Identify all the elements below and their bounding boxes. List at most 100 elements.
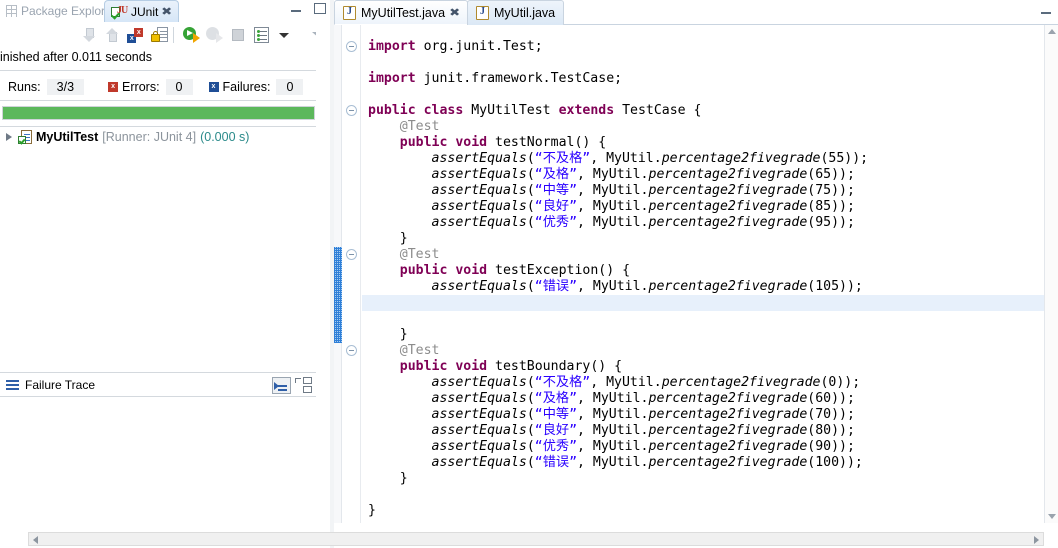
code-token: ( [526, 199, 535, 214]
code-token: assertEquals [431, 391, 527, 406]
code-token: (85)); [807, 199, 855, 214]
code-token: assertEquals [431, 375, 527, 390]
compare-icon[interactable] [295, 377, 312, 393]
progress-fill [3, 107, 314, 119]
failure-badge-icon: x [208, 82, 219, 92]
code-token: percentage2fivegrade [648, 215, 808, 230]
failure-trace-header: Failure Trace [0, 374, 330, 396]
code-token: assertEquals [431, 455, 527, 470]
code-token: “不及格” [534, 375, 591, 390]
failures-value: 0 [276, 79, 304, 95]
scroll-lock-button[interactable] [148, 24, 169, 46]
code-token: (70)); [807, 407, 855, 422]
code-token: (80)); [807, 423, 855, 438]
editor-change-gutter [334, 25, 342, 523]
code-token: @Test [399, 119, 440, 134]
runs-value: 3/3 [46, 79, 85, 95]
code-line: } [368, 503, 868, 519]
errors-value: 0 [165, 79, 193, 95]
rerun-failed-tests-button[interactable] [203, 24, 224, 46]
view-tab-junit[interactable]: JU JUnit ✖ [104, 0, 179, 22]
stack-trace-icon[interactable] [272, 377, 291, 394]
stop-button[interactable] [227, 24, 248, 46]
code-token: } [368, 503, 376, 518]
editor-vertical-scrollbar[interactable] [1044, 25, 1058, 523]
editor-folding-column[interactable] [343, 25, 361, 523]
code-line: @Test [368, 343, 868, 359]
code-token: (95)); [807, 215, 855, 230]
code-token: testException() { [487, 263, 631, 278]
fold-collapse-icon[interactable] [346, 105, 357, 116]
divider [0, 126, 316, 127]
test-run-history-button[interactable] [250, 24, 271, 46]
code-token: assertEquals [431, 183, 527, 198]
junit-counters: Runs: 3/3 x Errors: 0 x Failures: 0 [8, 78, 318, 96]
code-token: TestCase { [614, 103, 702, 118]
minimize-icon[interactable] [1040, 6, 1052, 16]
code-token: percentage2fivegrade [648, 439, 808, 454]
code-token: ( [526, 167, 535, 182]
previous-failure-up-button[interactable] [101, 24, 122, 46]
code-token: , MyUtil. [577, 423, 649, 438]
expand-arrow-icon[interactable] [6, 133, 12, 141]
code-token: “良好” [534, 199, 578, 214]
code-token: , MyUtil. [577, 199, 649, 214]
code-line: assertEquals(“良好”, MyUtil.percentage2fiv… [368, 199, 868, 215]
failures-label: Failures: [222, 80, 271, 94]
fold-collapse-icon[interactable] [346, 345, 357, 356]
code-token: (75)); [807, 183, 855, 198]
runs-label: Runs: [8, 80, 41, 94]
code-line: import org.junit.Test; [368, 39, 868, 55]
junit-tree-scrollbar[interactable] [316, 22, 330, 372]
test-tree-row[interactable]: MyUtilTest [Runner: JUnit 4] (0.000 s) [0, 128, 330, 146]
show-failures-only-button[interactable]: xx [124, 24, 145, 46]
code-line: assertEquals(“不及格”, MyUtil.percentage2fi… [368, 375, 868, 391]
code-token: ( [526, 455, 535, 470]
close-icon[interactable]: ✖ [161, 5, 172, 18]
view-window-buttons [290, 3, 326, 14]
code-token: public void [399, 359, 488, 374]
view-menu-button[interactable] [273, 24, 294, 46]
junit-status-line: inished after 0.011 seconds [0, 50, 152, 64]
scroll-right-icon[interactable] [1034, 536, 1039, 544]
code-token: } [368, 231, 408, 246]
change-bar [334, 247, 342, 343]
code-token: percentage2fivegrade [661, 375, 821, 390]
code-token: ( [526, 391, 535, 406]
code-token: “中等” [534, 183, 578, 198]
fold-collapse-icon[interactable] [346, 41, 357, 52]
code-token: (60)); [807, 391, 855, 406]
editor-tab-myutil[interactable]: MyUtil.java [467, 0, 565, 25]
fold-collapse-icon[interactable] [346, 249, 357, 260]
failures-filter-icon: xx [127, 28, 144, 43]
scroll-up-icon[interactable] [1048, 29, 1056, 34]
arrow-down-icon [82, 28, 95, 42]
code-token: junit.framework.TestCase; [415, 71, 623, 86]
rerun-test-button[interactable] [180, 24, 201, 46]
close-icon[interactable]: ✖ [449, 6, 460, 19]
history-icon [254, 27, 270, 43]
editor-tab-myutiltest[interactable]: MyUtilTest.java ✖ [334, 0, 469, 25]
editor-tab-bar: MyUtilTest.java ✖ MyUtil.java [334, 0, 1058, 25]
editor-tab-label: MyUtil.java [494, 6, 556, 20]
run-icon [183, 27, 200, 43]
editor-horizontal-scrollbar[interactable] [28, 532, 1044, 546]
maximize-icon[interactable] [314, 3, 326, 14]
code-token: ( [526, 439, 535, 454]
code-token: assertEquals [431, 199, 527, 214]
scroll-down-icon[interactable] [1048, 514, 1056, 519]
scroll-left-icon[interactable] [33, 536, 38, 544]
code-token: “良好” [534, 423, 578, 438]
junit-test-tree[interactable]: MyUtilTest [Runner: JUnit 4] (0.000 s) [0, 128, 330, 372]
minimize-icon[interactable] [290, 4, 302, 14]
next-failure-down-button[interactable] [78, 24, 99, 46]
code-editor-area[interactable]: import org.junit.Test; import junit.fram… [362, 25, 1044, 523]
junit-toolbar: xx [0, 22, 330, 48]
